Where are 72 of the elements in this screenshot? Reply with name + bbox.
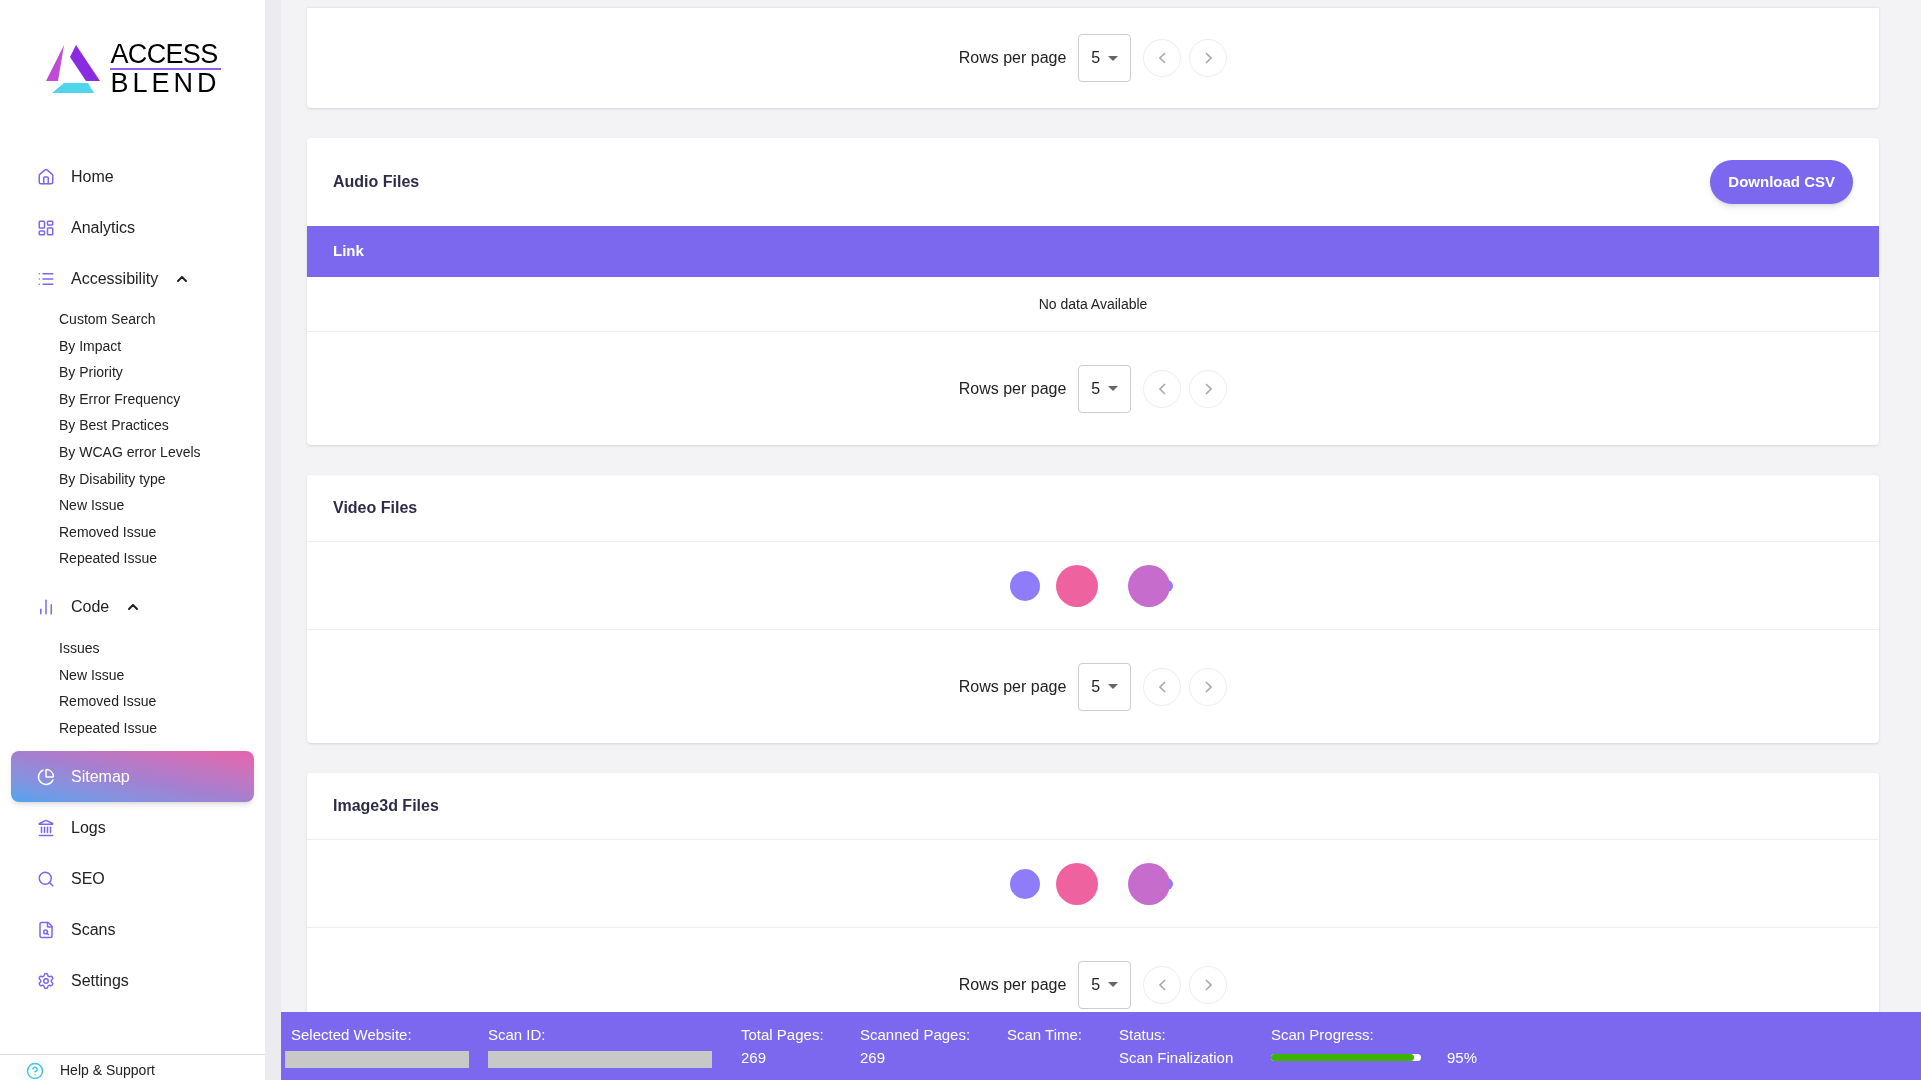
logo-icon [44,43,103,95]
nav-item[interactable]: Home [11,151,254,202]
nav-item[interactable]: Scans [11,904,254,956]
submenu-item[interactable]: By Impact [59,332,265,360]
nav-item[interactable]: Logs [11,802,254,854]
status-label: Status: [1119,1025,1167,1045]
document-search-icon [37,920,55,939]
card-title: Image3d Files [333,796,439,816]
chevron-right-icon [1204,680,1212,693]
bar-chart-icon [37,598,55,617]
status-label: Scanned Pages: [860,1025,972,1045]
nav-item[interactable]: Analytics [11,202,254,253]
submenu-item[interactable]: Removed Issue [59,688,265,715]
card-title: Video Files [333,498,418,518]
submenu-item[interactable]: New Issue [59,661,265,689]
status-value: Scan Finalization [1119,1047,1235,1068]
rows-per-page-select[interactable]: 5 [1078,364,1132,413]
rows-per-page-label: Rows per page [958,676,1067,697]
submenu-item[interactable]: By Best Practices [59,412,265,439]
submenu-item[interactable]: By Priority [59,359,265,386]
status-label: Scan ID: [488,1025,546,1045]
chevron-right-icon [1204,52,1212,64]
empty-table-message: No data Available [1038,294,1148,314]
logo-text: ACCESS [110,41,221,70]
submenu-item[interactable]: By WCAG error Levels [59,438,265,466]
nav-item[interactable]: Settings [11,955,254,1007]
status-label: Scan Progress: [1271,1025,1375,1045]
caret-icon [1108,982,1119,987]
chevron-left-icon [1158,52,1166,64]
bank-icon [37,818,55,837]
caret-icon [1108,55,1119,61]
settings-icon [37,971,55,990]
status-value: 269 [860,1047,887,1068]
chevron-right-icon [1204,382,1212,395]
chevron-left-icon [1158,382,1166,395]
search-icon [37,869,55,888]
status-value: 95% [1447,1047,1478,1068]
status-value: 269 [741,1047,768,1068]
nav-item[interactable]: SEO [11,853,254,905]
rows-per-page-select[interactable]: 5 [1078,662,1132,711]
chevron-right-icon [1204,978,1212,991]
download-csv-button[interactable]: Download CSV [1710,160,1853,204]
home-icon [37,167,55,186]
caret-icon [1108,386,1119,391]
rows-per-page-select[interactable]: 5 [1078,34,1132,82]
pie-chart-icon [37,767,55,786]
submenu-item[interactable]: New Issue [59,492,265,519]
help-support-link[interactable]: Help & Support [60,1060,155,1080]
submenu-item[interactable]: Issues [59,634,265,662]
rows-per-page-label: Rows per page [958,974,1067,995]
logo-text: BLEND [110,70,221,97]
rows-per-page-select[interactable]: 5 [1078,960,1132,1009]
submenu-item[interactable]: Repeated Issue [59,545,265,572]
chevron-left-icon [1158,978,1166,991]
nav-item[interactable]: Code [11,581,254,633]
rows-per-page-label: Rows per page [958,378,1067,399]
chevron-left-icon [1158,680,1166,693]
caret-icon [1108,684,1119,689]
submenu-item[interactable]: Repeated Issue [59,714,265,742]
submenu-item[interactable]: By Error Frequency [59,385,265,413]
submenu-item[interactable]: Removed Issue [59,518,265,546]
status-label: Selected Website: [291,1025,412,1045]
status-label: Total Pages: [741,1025,825,1045]
card-title: Audio Files [333,172,420,192]
submenu-item[interactable]: Custom Search [59,306,265,333]
help-icon [26,1061,44,1080]
column-header: Link [333,241,364,262]
dashboard-icon [37,218,55,237]
nav-item[interactable]: Accessibility [11,253,254,304]
rows-per-page-label: Rows per page [958,48,1067,68]
status-label: Scan Time: [1007,1025,1084,1045]
submenu-item[interactable]: By Disability type [59,465,265,493]
